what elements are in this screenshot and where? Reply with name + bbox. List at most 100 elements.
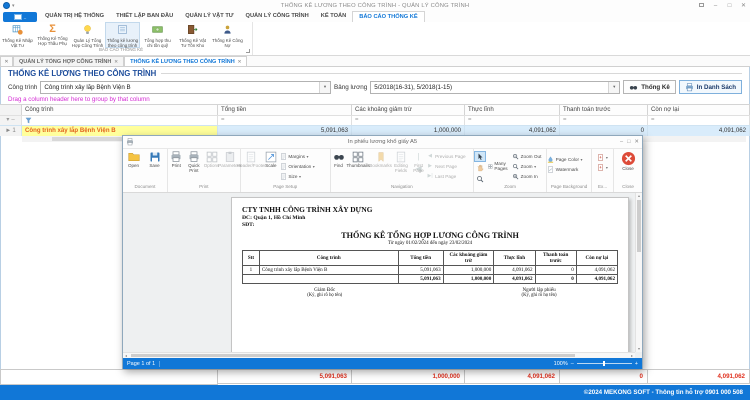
options-grid-icon — [206, 151, 218, 163]
summary-thuc-linh: 4,091,062 — [465, 369, 560, 384]
filter-cell-con-no-lai[interactable]: = — [648, 115, 750, 125]
chevron-down-icon[interactable]: ▾ — [319, 82, 330, 93]
scroll-left-icon[interactable]: ◂ — [123, 353, 129, 358]
dialog-minimize-button[interactable]: – — [620, 139, 623, 145]
zoom-slider-thumb[interactable] — [603, 361, 605, 366]
close-button[interactable]: ✕ — [737, 1, 750, 11]
column-header-tong-tien[interactable]: Tổng tiền — [218, 104, 352, 115]
margins-button[interactable]: Margins ▾ — [280, 151, 328, 161]
group-dialog-launcher-icon[interactable] — [246, 49, 250, 53]
dialog-title-bar[interactable]: In phiếu lương khổ giấy A5 – □ ✕ — [123, 136, 642, 149]
tab-close-icon[interactable]: ✕ — [238, 59, 242, 65]
ribbon-tab-quan-tri-he-thong[interactable]: QUẢN TRỊ HỆ THỐNG — [39, 11, 110, 22]
in-danh-sach-button[interactable]: In Danh Sách — [679, 80, 742, 94]
find-button[interactable]: Find — [331, 150, 347, 169]
cell-con-no-lai[interactable]: 4,091,062 — [648, 125, 750, 136]
zoom-minus-button[interactable]: – — [571, 361, 574, 367]
zoom-in-button[interactable]: Zoom In — [512, 171, 546, 181]
ribbon-tab-quan-ly-cong-trinh[interactable]: QUẢN LÝ CÔNG TRÌNH — [240, 11, 315, 22]
ribbon-tab-quan-ly-vat-tu[interactable]: QUẢN LÝ VẬT TƯ — [179, 11, 239, 22]
payroll-combobox[interactable]: 5/2018(16-31), 5/2018(1-15) ▾ — [370, 81, 620, 94]
ribbon-button-thong-ke-tong-hop-thau-phu[interactable]: Σ Thống Kê Tổng Hợp Thầu Phụ — [35, 22, 70, 48]
row-header: ►1 — [0, 125, 22, 136]
minimize-button[interactable]: – — [709, 1, 722, 11]
scroll-up-icon[interactable]: ▴ — [636, 193, 642, 199]
pointer-icon — [476, 153, 484, 161]
zoom-plus-button[interactable]: + — [635, 361, 638, 367]
margins-icon — [280, 153, 287, 160]
project-combobox[interactable]: Công trình xây lắp Bệnh Viện B ▾ — [40, 81, 331, 94]
summary-spacer — [0, 369, 218, 385]
filter-cell-tong-tien[interactable]: = — [218, 115, 352, 125]
filter-cell-cong-trinh[interactable] — [22, 115, 218, 125]
ribbon-button-thong-ke-nhap-vat-tu[interactable]: Thống Kê Nhập Vật Tư — [0, 22, 35, 48]
scroll-down-icon[interactable]: ▾ — [636, 346, 642, 352]
save-button[interactable]: Save — [144, 150, 165, 169]
scroll-right-icon[interactable]: ▸ — [629, 353, 635, 358]
tab-quan-ly-tong-hop-cong-trinh[interactable]: QUẢN LÝ TỔNG HỢP CÔNG TRÌNH ✕ — [13, 56, 124, 66]
many-pages-button[interactable]: Many Pages — [488, 162, 512, 172]
hand-tool-button[interactable] — [474, 162, 486, 173]
filter-bar: Công trình Công trình xây lắp Bệnh Viện … — [8, 79, 742, 95]
editing-fields-button: Editing Fields — [392, 150, 411, 174]
signature-director: Giám Đốc (Ký, ghi rõ họ tên) — [242, 287, 407, 298]
column-header-con-no-lai[interactable]: Còn nợ lại — [648, 104, 750, 115]
company-address: ĐC: Quận 1, Hồ Chí Minh — [242, 215, 618, 221]
maximize-button[interactable]: □ — [723, 1, 736, 11]
report-table-icon — [12, 24, 23, 35]
tab-thong-ke-luong-theo-cong-trinh[interactable]: THỐNG KÊ LƯƠNG THEO CÔNG TRÌNH ✕ — [124, 56, 247, 66]
column-header-cac-khoang-giam-tru[interactable]: Các khoảng giảm trừ — [352, 104, 465, 115]
ribbon-button-thong-ke-luong-theo-cong-trinh[interactable]: Thống kê lương theo công trình — [105, 22, 140, 48]
chevron-down-icon[interactable]: ▾ — [608, 82, 619, 93]
zoom-out-button[interactable]: Zoom Out — [512, 151, 546, 161]
magnifier-tool-button[interactable] — [474, 173, 486, 184]
payroll-label: Bảng lương — [334, 84, 367, 91]
chevron-down-icon: ▾ — [581, 157, 583, 162]
ribbon-tab-thiet-lap-ban-dau[interactable]: THIẾT LẬP BAN ĐẦU — [110, 11, 179, 22]
print-preview-dialog: In phiếu lương khổ giấy A5 – □ ✕ Open Sa… — [122, 135, 643, 369]
export-to-button[interactable]: ▾ — [597, 152, 607, 162]
column-header-thanh-toan-truoc[interactable]: Thanh toán trước — [560, 104, 648, 115]
group-label-zoom: Zoom — [474, 184, 546, 192]
watermark-button[interactable]: Watermark — [547, 164, 591, 174]
quick-print-button[interactable]: Quick Print — [185, 150, 204, 174]
ribbon-button-quan-ly-tong-hop-cong-trinh[interactable]: Quản Lý Tổng Hợp Công Trình — [70, 22, 105, 48]
close-all-tabs-button[interactable]: ✕ — [0, 56, 13, 66]
zoom-button[interactable]: Zoom ▾ — [512, 161, 546, 171]
ribbon-button-thong-ke-vat-tu-ton-kho[interactable]: Thống Kê Vật Tư Tồn Kho — [175, 22, 210, 48]
send-to-button[interactable]: ▾ — [597, 162, 607, 172]
tab-close-icon[interactable]: ✕ — [114, 59, 118, 65]
window-title: THỐNG KÊ LƯƠNG THEO CÔNG TRÌNH - QUẢN LÝ… — [0, 3, 750, 9]
filter-cell-thuc-linh[interactable]: = — [465, 115, 560, 125]
scrollbar-thumb[interactable] — [131, 354, 575, 357]
window-style-button[interactable] — [695, 1, 708, 11]
zoom-slider[interactable] — [577, 363, 632, 364]
ribbon-tab-ke-toan[interactable]: KẾ TOÁN — [315, 11, 353, 22]
group-label-print: Print — [168, 184, 240, 192]
column-header-cong-trinh[interactable]: Công trình — [22, 104, 218, 115]
ribbon-tab-bao-cao-thong-ke[interactable]: BÁO CÁO THỐNG KÊ — [352, 11, 424, 22]
close-preview-button[interactable]: Close — [615, 150, 641, 172]
pointer-tool-button[interactable] — [474, 151, 486, 162]
ribbon-group-bao-cao-thong-ke: Thống Kê Nhập Vật Tư Σ Thống Kê Tổng Hợp… — [0, 22, 253, 55]
size-button[interactable]: Size ▾ — [280, 171, 328, 181]
thong-ke-button[interactable]: Thống Kê — [623, 80, 676, 94]
file-menu-button[interactable]: – — [3, 12, 37, 22]
preview-vertical-scrollbar[interactable]: ▴ ▾ — [635, 193, 642, 352]
open-button[interactable]: Open — [123, 150, 144, 169]
column-header-thuc-linh[interactable]: Thực lĩnh — [465, 104, 560, 115]
page-color-button[interactable]: Page Color ▾ — [547, 154, 591, 164]
page-color-icon — [547, 156, 554, 163]
print-button[interactable]: Print — [168, 150, 185, 169]
dialog-close-button[interactable]: ✕ — [634, 139, 639, 145]
group-by-hint[interactable]: Drag a column header here to group by th… — [0, 95, 750, 104]
dialog-maximize-button[interactable]: □ — [627, 139, 630, 145]
filter-cell-cac-khoang-giam-tru[interactable]: = — [352, 115, 465, 125]
ribbon-button-tong-hop-thu-chi-ton-quy[interactable]: Tổng hợp thu chi tồn quỹ — [140, 22, 175, 48]
orientation-button[interactable]: Orientation ▾ — [280, 161, 328, 171]
preview-horizontal-scrollbar[interactable]: ◂ ▸ — [123, 352, 635, 358]
scrollbar-thumb[interactable] — [637, 200, 641, 252]
thumbnails-button[interactable]: Thumbnails — [347, 150, 370, 169]
filter-cell-thanh-toan-truoc[interactable]: = — [560, 115, 648, 125]
ribbon-button-thong-ke-cong-no[interactable]: Thống Kê Công Nợ — [210, 22, 245, 48]
